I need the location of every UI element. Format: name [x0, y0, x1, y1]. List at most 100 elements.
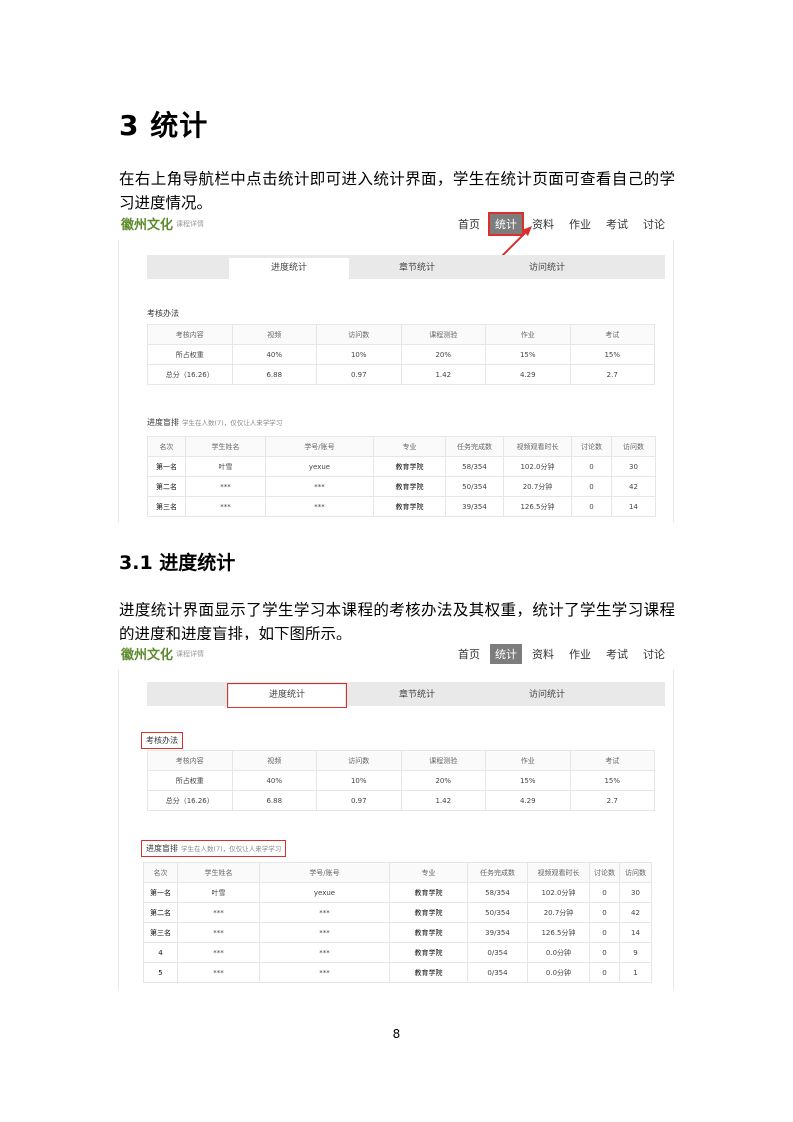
table-cell: 6.88	[231, 790, 317, 811]
table-cell: ***	[177, 962, 260, 983]
nav-homework[interactable]: 作业	[564, 644, 596, 664]
table-cell: 所占权重	[147, 770, 233, 791]
table-cell: 58/354	[445, 456, 504, 477]
nav-stats[interactable]: 统计	[490, 644, 522, 664]
table-row: 5 *** *** 教育学院 0/354 0.0分钟 0 1	[143, 962, 652, 983]
table-cell: 50/354	[467, 902, 528, 923]
table-row: 所占权重 40% 10% 20% 15% 15%	[147, 344, 655, 365]
assess-title: 考核办法	[147, 309, 179, 318]
nav-home[interactable]: 首页	[453, 644, 485, 664]
table-header: 访问数	[316, 750, 402, 771]
table-header: 学生姓名	[185, 436, 266, 457]
table-cell: 15%	[569, 770, 655, 791]
nav-discussion[interactable]: 讨论	[638, 214, 670, 234]
assess-title: 考核办法	[141, 732, 183, 749]
nav-home[interactable]: 首页	[453, 214, 485, 234]
tab-chapter[interactable]: 章节统计	[357, 258, 477, 279]
table-cell: 0	[571, 476, 612, 497]
table-header: 视频观看时长	[527, 862, 590, 883]
table-row: 总分（16.26） 6.88 0.97 1.42 4.29 2.7	[147, 364, 655, 385]
table-cell: 0	[589, 962, 620, 983]
table-cell: 第一名	[143, 882, 178, 903]
table-cell: 20%	[400, 770, 486, 791]
table-cell: 102.0分钟	[503, 456, 572, 477]
tab-progress[interactable]: 进度统计	[227, 683, 347, 708]
table-row: 第二名 *** *** 教育学院 50/354 20.7分钟 0 42	[143, 902, 652, 923]
table-cell: 14	[619, 922, 652, 943]
table-header: 视频观看时长	[503, 436, 572, 457]
table-cell: 教育学院	[389, 902, 468, 923]
table-cell: ***	[265, 496, 374, 517]
top-bar: 徽州文化 课程详情 首页 统计 资料 作业 考试 讨论	[118, 210, 674, 240]
table-header: 访问数	[619, 862, 652, 883]
nav-exam[interactable]: 考试	[601, 214, 633, 234]
rank-title: 进度盲排 学生在人数(7)，仅仅让人来学学习	[140, 840, 287, 857]
table-header: 学号/账号	[265, 436, 374, 457]
table-header: 任务完成数	[445, 436, 504, 457]
table-header: 作业	[485, 324, 571, 345]
rank-table: 名次 学生姓名 学号/账号 专业 任务完成数 视频观看时长 讨论数 访问数 第一…	[147, 436, 656, 517]
table-cell: 教育学院	[373, 496, 446, 517]
table-row: 名次 学生姓名 学号/账号 专业 任务完成数 视频观看时长 讨论数 访问数	[143, 862, 652, 883]
top-bar: 徽州文化 课程详情 首页 统计 资料 作业 考试 讨论	[118, 640, 674, 670]
top-nav: 首页 统计 资料 作业 考试 讨论	[448, 212, 670, 236]
tab-visits[interactable]: 访问统计	[487, 258, 607, 279]
nav-discussion[interactable]: 讨论	[638, 644, 670, 664]
table-cell: 39/354	[467, 922, 528, 943]
site-logo[interactable]: 徽州文化	[121, 214, 173, 233]
intro-paragraph: 在右上角导航栏中点击统计即可进入统计界面，学生在统计页面可查看自己的学习进度情况…	[119, 170, 675, 212]
description-paragraph: 进度统计界面显示了学生学习本课程的考核办法及其权重，统计了学生学习课程的进度和进…	[119, 601, 675, 643]
table-cell: 0/354	[467, 942, 528, 963]
nav-exam[interactable]: 考试	[601, 644, 633, 664]
table-cell: 58/354	[467, 882, 528, 903]
table-cell: 第三名	[147, 496, 186, 517]
assess-table: 考核内容 视频 访问数 课程测验 作业 考试 所占权重 40% 10% 20% …	[147, 750, 655, 811]
table-cell: 9	[619, 942, 652, 963]
table-cell: 10%	[316, 344, 402, 365]
table-cell: 叶雪	[185, 456, 266, 477]
table-header: 讨论数	[589, 862, 620, 883]
table-header: 考试	[569, 324, 655, 345]
table-row: 4 *** *** 教育学院 0/354 0.0分钟 0 9	[143, 942, 652, 963]
table-cell: 40%	[231, 770, 317, 791]
logo-subtitle: 课程详情	[176, 650, 204, 658]
table-cell: ***	[259, 962, 390, 983]
table-cell: 20.7分钟	[527, 902, 590, 923]
table-cell: ***	[177, 922, 260, 943]
table-row: 名次 学生姓名 学号/账号 专业 任务完成数 视频观看时长 讨论数 访问数	[147, 436, 656, 457]
table-cell: 1.42	[400, 364, 486, 385]
table-cell: 教育学院	[389, 942, 468, 963]
table-cell: 40%	[231, 344, 317, 365]
table-cell: 第一名	[147, 456, 186, 477]
table-cell: 教育学院	[389, 962, 468, 983]
table-cell: 0.97	[316, 364, 402, 385]
table-header: 考核内容	[147, 324, 233, 345]
table-cell: 14	[611, 496, 656, 517]
table-header: 视频	[231, 750, 317, 771]
table-cell: 1	[619, 962, 652, 983]
tab-progress[interactable]: 进度统计	[229, 258, 349, 279]
table-cell: 0	[589, 882, 620, 903]
screenshot-progress-stats: 徽州文化 课程详情 首页 统计 资料 作业 考试 讨论 进度统计 章节统计 访问…	[118, 640, 674, 990]
site-logo[interactable]: 徽州文化	[121, 644, 173, 663]
table-header: 视频	[231, 324, 317, 345]
stats-content: 进度统计 章节统计 访问统计 考核办法 考核内容 视频 访问数 课程测验 作业 …	[118, 240, 674, 522]
tab-chapter[interactable]: 章节统计	[357, 685, 477, 706]
table-cell: 6.88	[231, 364, 317, 385]
table-header: 访问数	[316, 324, 402, 345]
table-cell: 教育学院	[389, 922, 468, 943]
table-header: 任务完成数	[467, 862, 528, 883]
tab-visits[interactable]: 访问统计	[487, 685, 607, 706]
table-cell: 10%	[316, 770, 402, 791]
table-cell: 20.7分钟	[503, 476, 572, 497]
rank-table: 名次 学生姓名 学号/账号 专业 任务完成数 视频观看时长 讨论数 访问数 第一…	[143, 862, 652, 983]
table-header: 专业	[389, 862, 468, 883]
table-cell: 50/354	[445, 476, 504, 497]
top-nav: 首页 统计 资料 作业 考试 讨论	[448, 644, 670, 664]
table-row: 第三名 *** *** 教育学院 39/354 126.5分钟 0 14	[147, 496, 656, 517]
nav-homework[interactable]: 作业	[564, 214, 596, 234]
table-cell: 教育学院	[373, 456, 446, 477]
stats-tabs: 进度统计 章节统计 访问统计	[147, 255, 665, 279]
nav-materials[interactable]: 资料	[527, 644, 559, 664]
table-cell: 4.29	[485, 364, 571, 385]
